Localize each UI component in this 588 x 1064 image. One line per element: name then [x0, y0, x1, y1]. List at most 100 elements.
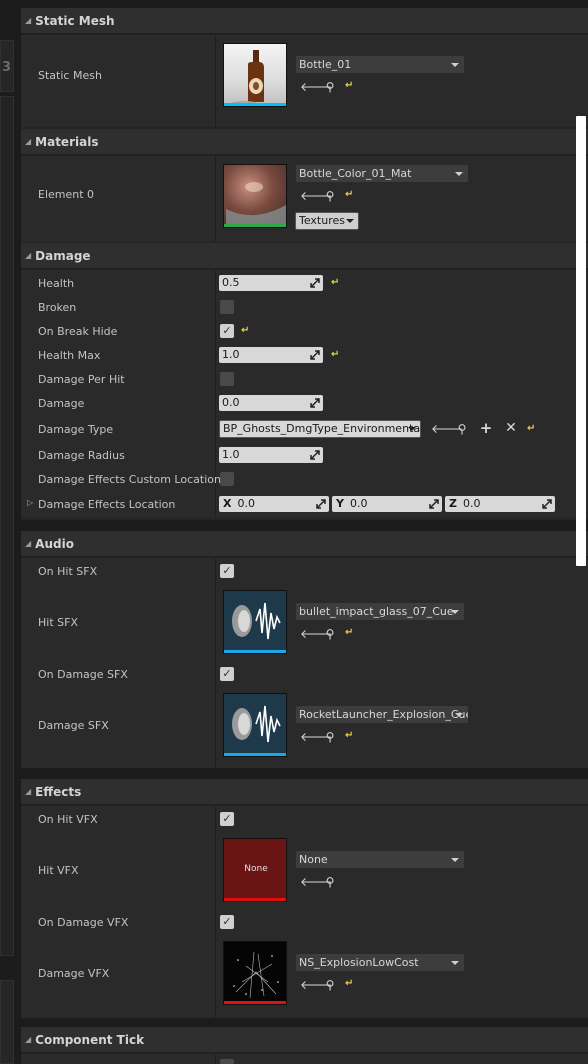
on-break-hide-checkbox[interactable]: ✓: [220, 324, 234, 338]
section-header-component-tick[interactable]: ◢ Component Tick: [21, 1027, 588, 1053]
arrow-left-icon[interactable]: 🡐: [300, 189, 332, 203]
property-label: Element 0: [38, 188, 95, 201]
reset-to-default-icon[interactable]: ↵: [527, 423, 535, 434]
close-icon[interactable]: ✕: [504, 421, 518, 435]
search-icon[interactable]: ⚲: [323, 978, 337, 992]
damage-properties: Health 0.5 ↵ Broken On Break Hide ✓ ↵ He…: [21, 270, 588, 518]
collapse-triangle-icon[interactable]: ◢: [25, 251, 31, 260]
health-max-field[interactable]: 1.0: [219, 347, 323, 363]
custom-location-checkbox[interactable]: [220, 472, 234, 486]
tick-checkbox[interactable]: [220, 1059, 234, 1064]
asset-picker-combo[interactable]: Bottle_01: [295, 55, 465, 74]
reset-to-default-icon[interactable]: ↵: [345, 189, 353, 200]
column-divider: [215, 806, 216, 1018]
reset-to-default-icon[interactable]: ↵: [331, 277, 339, 288]
damage-field[interactable]: 0.0: [219, 395, 323, 411]
section-title: Effects: [35, 784, 82, 799]
collapse-triangle-icon[interactable]: ◢: [25, 16, 31, 25]
search-icon[interactable]: ⚲: [323, 730, 337, 744]
collapse-triangle-icon[interactable]: ◢: [25, 137, 31, 146]
section-title: Static Mesh: [35, 13, 115, 28]
textures-dropdown[interactable]: Textures: [295, 212, 359, 230]
section-header-audio[interactable]: ◢ Audio: [21, 531, 588, 557]
damage-type-combo[interactable]: BP_Ghosts_DmgType_Environmental: [219, 420, 421, 438]
reset-to-default-icon[interactable]: ↵: [241, 325, 249, 336]
section-title: Audio: [35, 536, 74, 551]
asset-picker-combo[interactable]: RocketLauncher_Explosion_Cue: [295, 705, 469, 724]
chevron-down-icon: [451, 961, 459, 965]
expand-triangle-icon[interactable]: ▷: [27, 498, 33, 507]
field-value: 1.0: [222, 448, 240, 461]
location-x-field[interactable]: X 0.0: [219, 496, 329, 512]
chevron-down-icon: [455, 172, 463, 176]
property-label: Static Mesh: [38, 69, 102, 82]
section-header-materials[interactable]: ◢ Materials: [21, 129, 588, 155]
property-label: On Damage SFX: [38, 668, 128, 681]
property-label: On Damage VFX: [38, 916, 129, 929]
broken-checkbox[interactable]: [220, 300, 234, 314]
arrow-left-icon[interactable]: 🡐: [431, 422, 463, 436]
asset-picker-combo[interactable]: NS_ExplosionLowCost: [295, 953, 465, 972]
collapse-triangle-icon[interactable]: ◢: [25, 787, 31, 796]
health-field[interactable]: 0.5: [219, 275, 323, 291]
arrow-left-icon[interactable]: 🡐: [300, 730, 332, 744]
on-hit-vfx-checkbox[interactable]: ✓: [220, 812, 234, 826]
speaker-wave-icon: [232, 705, 281, 743]
sound-cue-thumbnail[interactable]: [223, 693, 287, 757]
search-icon[interactable]: ⚲: [323, 627, 337, 641]
asset-name: bullet_impact_glass_07_Cue: [299, 605, 454, 618]
vfx-thumbnail[interactable]: [223, 941, 287, 1005]
arrow-left-icon[interactable]: 🡐: [300, 627, 332, 641]
arrow-left-icon[interactable]: 🡐: [300, 875, 332, 889]
bottle-icon: [230, 50, 264, 106]
arrow-left-icon[interactable]: 🡐: [300, 978, 332, 992]
chevron-down-icon: [346, 219, 354, 223]
section-header-static-mesh[interactable]: ◢ Static Mesh: [21, 8, 588, 34]
left-strip-block: [0, 96, 14, 956]
asset-picker-combo[interactable]: None: [295, 850, 465, 869]
left-panel-strip: 3: [0, 0, 20, 1064]
reset-to-default-icon[interactable]: ↵: [331, 349, 339, 360]
asset-picker-combo[interactable]: bullet_impact_glass_07_Cue: [295, 602, 465, 621]
material-sphere-icon: [226, 182, 286, 227]
on-damage-sfx-checkbox[interactable]: ✓: [220, 667, 234, 681]
property-label: Damage SFX: [38, 719, 109, 732]
plus-icon[interactable]: +: [479, 421, 493, 436]
collapse-triangle-icon[interactable]: ◢: [25, 539, 31, 548]
resize-arrows-icon: [310, 398, 320, 408]
asset-name: NS_ExplosionLowCost: [299, 956, 419, 969]
reset-to-default-icon[interactable]: ↵: [345, 627, 353, 638]
property-label: Damage Type: [38, 423, 114, 436]
search-icon[interactable]: ⚲: [323, 80, 337, 94]
collapse-triangle-icon[interactable]: ◢: [25, 1035, 31, 1044]
reset-to-default-icon[interactable]: ↵: [345, 730, 353, 741]
search-icon[interactable]: ⚲: [455, 422, 469, 436]
arrow-left-icon[interactable]: 🡐: [300, 80, 332, 94]
damage-radius-field[interactable]: 1.0: [219, 447, 323, 463]
resize-arrows-icon: [310, 450, 320, 460]
section-header-damage[interactable]: ◢ Damage: [21, 243, 588, 269]
property-row-element-0: Element 0 Bottle_Color_01_Mat 🡐 ⚲ ↵ Text…: [21, 156, 588, 242]
field-value: 0.0: [222, 396, 240, 409]
on-hit-sfx-checkbox[interactable]: ✓: [220, 564, 234, 578]
search-icon[interactable]: ⚲: [323, 189, 337, 203]
reset-to-default-icon[interactable]: ↵: [345, 978, 353, 989]
asset-picker-combo[interactable]: Bottle_Color_01_Mat: [295, 164, 469, 183]
search-icon[interactable]: ⚲: [323, 875, 337, 889]
sound-cue-thumbnail[interactable]: [223, 590, 287, 654]
asset-type-bar: [224, 224, 286, 227]
material-thumbnail[interactable]: [223, 164, 287, 228]
section-gap: [21, 0, 588, 8]
scrollbar-thumb[interactable]: [576, 116, 586, 566]
location-z-field[interactable]: Z 0.0: [445, 496, 555, 512]
damage-per-hit-checkbox[interactable]: [220, 372, 234, 386]
chevron-down-icon: [451, 63, 459, 67]
mesh-thumbnail[interactable]: [223, 43, 287, 107]
vfx-thumbnail-empty[interactable]: None: [223, 838, 287, 902]
on-damage-vfx-checkbox[interactable]: ✓: [220, 915, 234, 929]
location-y-field[interactable]: Y 0.0: [332, 496, 442, 512]
property-label: Damage VFX: [38, 967, 110, 980]
reset-to-default-icon[interactable]: ↵: [345, 80, 353, 91]
section-header-effects[interactable]: ◢ Effects: [21, 779, 588, 805]
chevron-down-icon: [451, 858, 459, 862]
